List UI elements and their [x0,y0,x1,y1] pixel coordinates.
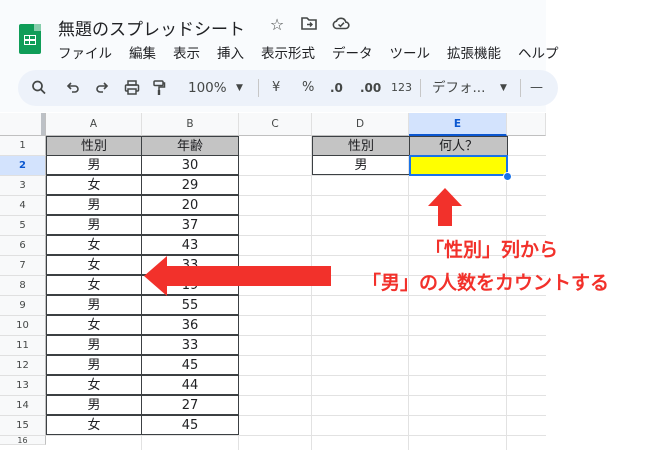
menu-format[interactable]: 表示形式 [261,42,315,62]
row-header[interactable]: 3 [0,176,46,196]
font-size-decrease-button[interactable]: — [530,70,543,106]
row-header[interactable]: 6 [0,236,46,256]
annotation-line-1: 「性別」列から [425,239,559,261]
font-dropdown-icon[interactable]: ▼ [500,70,507,106]
toolbar-divider [420,79,421,97]
undo-icon[interactable] [66,70,80,106]
gender-cell[interactable]: 女 [46,255,142,275]
menu-data[interactable]: データ [332,42,373,62]
gender-cell[interactable]: 男 [46,335,142,355]
menu-help[interactable]: ヘルプ [518,42,559,62]
folder-move-icon[interactable] [300,15,318,34]
column-header-d[interactable]: D [312,113,409,136]
age-cell[interactable]: 19 [141,275,239,295]
gender-cell[interactable]: 女 [46,235,142,255]
cloud-saved-icon[interactable] [332,15,350,34]
search-menus-icon[interactable] [32,70,46,106]
toolbar-divider [520,79,521,97]
menu-insert[interactable]: 挿入 [217,42,244,62]
paint-format-icon[interactable] [152,70,166,106]
row-header[interactable]: 14 [0,396,46,416]
print-icon[interactable] [124,70,140,106]
zoom-dropdown-icon[interactable]: ▼ [236,70,243,106]
row-header[interactable]: 1 [0,136,46,156]
age-cell[interactable]: 45 [141,415,239,435]
menu-edit[interactable]: 編集 [129,42,156,62]
menu-file[interactable]: ファイル [58,42,112,62]
age-cell[interactable]: 44 [141,375,239,395]
font-select[interactable]: デフォ... [432,70,485,106]
criteria-value-cell[interactable]: 男 [312,155,410,175]
age-cell[interactable]: 37 [141,215,239,235]
gender-cell[interactable]: 男 [46,355,142,375]
row-header[interactable]: 2 [0,156,46,176]
row-header[interactable]: 11 [0,336,46,356]
row-header[interactable]: 16 [0,436,46,445]
column-header-c[interactable]: C [239,113,312,136]
gender-cell[interactable]: 男 [46,295,142,315]
age-cell[interactable]: 55 [141,295,239,315]
toolbar-divider [258,79,259,97]
gender-cell[interactable]: 女 [46,275,142,295]
gender-cell[interactable]: 女 [46,375,142,395]
fill-handle[interactable] [503,172,512,181]
currency-format-button[interactable]: ¥ [272,70,280,106]
age-cell[interactable]: 33 [141,255,239,275]
menu-view[interactable]: 表示 [173,42,200,62]
table-header-age[interactable]: 年齢 [141,136,239,156]
gender-cell[interactable]: 男 [46,195,142,215]
menu-tools[interactable]: ツール [390,42,431,62]
gender-cell[interactable]: 男 [46,215,142,235]
menu-bar: ファイル 編集 表示 挿入 表示形式 データ ツール 拡張機能 ヘルプ [58,42,559,62]
criteria-header-count[interactable]: 何人？ [409,136,508,156]
menu-extensions[interactable]: 拡張機能 [447,42,501,62]
redo-icon[interactable] [95,70,109,106]
toolbar: 100% ▼ ¥ % .0 .00 123 デフォ... ▼ — [18,70,558,106]
row-header[interactable]: 13 [0,376,46,396]
row-header[interactable]: 4 [0,196,46,216]
row-header[interactable]: 9 [0,296,46,316]
age-cell[interactable]: 45 [141,355,239,375]
gender-cell[interactable]: 女 [46,315,142,335]
document-title[interactable]: 無題のスプレッドシート [58,15,245,40]
select-all-corner[interactable] [0,113,46,136]
age-cell[interactable]: 20 [141,195,239,215]
app-header: 無題のスプレッドシート ☆ ファイル 編集 表示 挿入 表示形式 データ ツール… [0,0,559,112]
age-cell[interactable]: 30 [141,155,239,175]
gender-cell[interactable]: 女 [46,415,142,435]
column-header-a[interactable]: A [46,113,142,136]
age-cell[interactable]: 29 [141,175,239,195]
gender-cell[interactable]: 女 [46,175,142,195]
row-header[interactable]: 10 [0,316,46,336]
increase-decimal-button[interactable]: .00 [360,70,381,106]
annotation-line-2: 「男」の人数をカウントする [362,272,610,294]
criteria-header-gender[interactable]: 性別 [312,136,410,156]
column-header-e[interactable]: E [409,113,507,136]
gender-cell[interactable]: 男 [46,155,142,175]
sheets-logo-icon[interactable] [19,24,41,54]
row-header[interactable]: 8 [0,276,46,296]
age-cell[interactable]: 33 [141,335,239,355]
table-header-gender[interactable]: 性別 [46,136,142,156]
gender-cell[interactable]: 男 [46,395,142,415]
column-header-b[interactable]: B [142,113,239,136]
row-header[interactable]: 5 [0,216,46,236]
decrease-decimal-button[interactable]: .0 [330,70,343,106]
age-cell[interactable]: 27 [141,395,239,415]
row-header[interactable]: 7 [0,256,46,276]
star-icon[interactable]: ☆ [268,15,286,34]
column-header-f[interactable] [507,113,546,136]
percent-format-button[interactable]: % [302,70,314,106]
row-header[interactable]: 12 [0,356,46,376]
more-formats-button[interactable]: 123 [391,70,412,106]
result-cell-e2[interactable] [409,155,508,176]
row-header[interactable]: 15 [0,416,46,436]
zoom-select[interactable]: 100% [188,70,227,106]
age-cell[interactable]: 43 [141,235,239,255]
age-cell[interactable]: 36 [141,315,239,335]
